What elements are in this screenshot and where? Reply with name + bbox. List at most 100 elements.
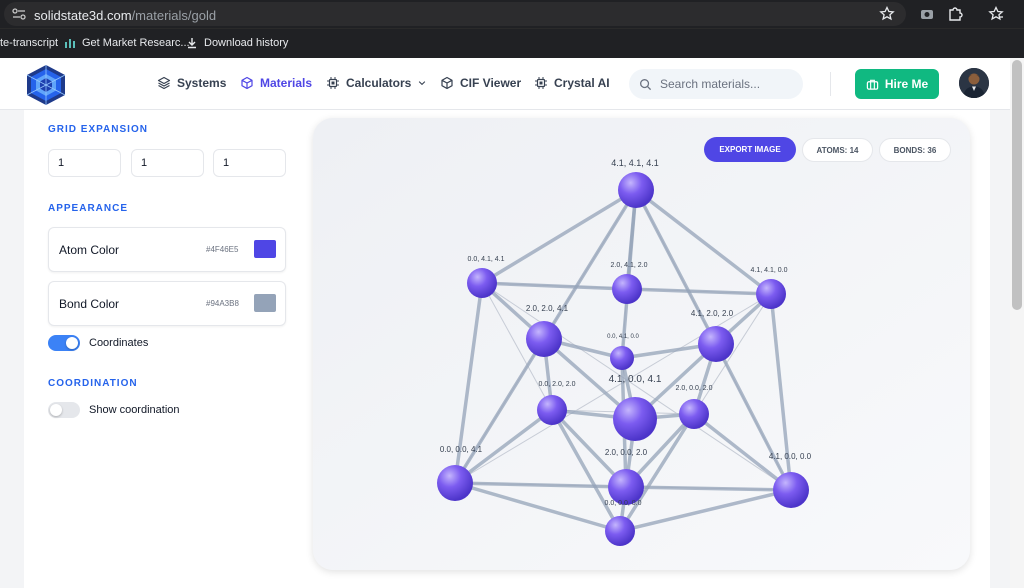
bookmarks-bar: te-transcript Get Market Researc... Down… (0, 28, 1024, 58)
scroll-thumb[interactable] (1012, 60, 1022, 310)
atom-coordinate-label: 4.1, 4.1, 4.1 (611, 158, 659, 168)
chart-bars-icon (65, 39, 75, 48)
grid-x-input[interactable] (48, 149, 121, 177)
atom-color-hex: #4F46E5 (206, 245, 239, 254)
crystal-viewer[interactable]: 4.1, 4.1, 4.1 0.0, 4.1, 4.1 2.0, 4.1, 2.0 4… (313, 118, 970, 570)
nav-label: Systems (177, 76, 227, 90)
download-icon (188, 38, 196, 49)
layers-icon (157, 76, 171, 90)
export-label: EXPORT IMAGE (719, 145, 781, 154)
bookmark-transcript[interactable]: te-transcript (0, 37, 58, 49)
coordination-title: COORDINATION (48, 378, 138, 389)
bonds-count: BONDS: 36 (893, 145, 937, 155)
chip-icon (327, 77, 339, 89)
bonds-count-badge: BONDS: 36 (879, 138, 951, 162)
atom-coordinate-label: 2.0, 0.0, 2.0 (676, 385, 713, 392)
url-text[interactable]: solidstate3d.com/materials/gold (34, 8, 216, 23)
site-settings-icon[interactable] (12, 8, 26, 20)
atom-coordinate-label: 2.0, 2.0, 4.1 (526, 304, 569, 313)
export-image-button[interactable]: EXPORT IMAGE (704, 137, 796, 162)
bond-color-hex: #94A3B8 (206, 299, 239, 308)
bookmark-label: Get Market Researc... (82, 37, 190, 49)
extensions-icon[interactable] (947, 6, 963, 22)
atoms-count-badge: ATOMS: 14 (802, 138, 873, 162)
atom[interactable] (610, 346, 634, 370)
atoms-count: ATOMS: 14 (816, 145, 859, 155)
nav-crystal-ai[interactable]: Crystal AI (534, 76, 610, 90)
atom-coordinate-label: 0.0, 2.0, 2.0 (539, 381, 576, 388)
atom-coordinate-label: 0.0, 4.1, 4.1 (468, 256, 505, 263)
atom-color-swatch[interactable] (254, 240, 276, 258)
hire-me-button[interactable]: Hire Me (855, 69, 939, 99)
chip-icon (535, 77, 547, 89)
cube-icon (241, 76, 253, 90)
bookmark-label: te-transcript (0, 37, 59, 49)
bond-color-label: Bond Color (59, 297, 120, 311)
atom[interactable] (526, 321, 562, 357)
atom[interactable] (467, 268, 497, 298)
header-divider (830, 72, 831, 96)
atom[interactable] (773, 472, 809, 508)
bond-color-picker[interactable]: Bond Color #94A3B8 (48, 281, 286, 326)
search-box[interactable] (629, 69, 803, 99)
grid-z-input[interactable] (213, 149, 286, 177)
appearance-title: APPEARANCE (48, 203, 129, 214)
hire-label: Hire Me (884, 77, 929, 91)
bookmark-star-icon[interactable] (988, 6, 1004, 22)
camera-icon[interactable] (919, 6, 935, 22)
crystal-scene[interactable]: 4.1, 4.1, 4.1 0.0, 4.1, 4.1 2.0, 4.1, 2.0 4… (313, 118, 970, 570)
nav-calculators[interactable]: Calculators (326, 76, 427, 90)
atom[interactable] (437, 465, 473, 501)
atom-coordinate-label: 2.0, 4.1, 2.0 (611, 262, 648, 269)
toggle-knob (66, 337, 78, 349)
atom-coordinate-label: 4.1, 0.0, 4.1 (609, 374, 662, 385)
cube-icon (441, 76, 453, 90)
nav-systems[interactable]: Systems (157, 76, 226, 90)
nav-materials[interactable]: Materials (240, 76, 312, 90)
chevron-down-icon (419, 81, 426, 86)
bookmark-market-research[interactable]: Get Market Researc... (64, 37, 190, 49)
coordinates-toggle[interactable] (48, 335, 80, 351)
atom-coordinate-label: 4.1, 4.1, 0.0 (751, 267, 788, 274)
search-icon (640, 78, 652, 90)
url-host: solidstate3d.com (34, 8, 132, 23)
atom[interactable] (612, 274, 642, 304)
show-coordination-toggle[interactable] (48, 402, 80, 418)
nav-label: Crystal AI (554, 76, 610, 90)
atom-coordinate-label: 0.0, 4.1, 0.0 (607, 334, 639, 340)
briefcase-icon (866, 79, 879, 90)
atom-coordinate-label: 0.0, 0.0, 4.1 (440, 445, 483, 454)
grid-expansion-title: GRID EXPANSION (48, 124, 148, 135)
bookmark-download-history[interactable]: Download history (186, 37, 288, 49)
toggle-knob (50, 404, 62, 416)
app-header: Systems Materials Calculators CIF Viewer… (0, 58, 1010, 110)
grid-y-input[interactable] (131, 149, 204, 177)
search-input[interactable] (660, 77, 800, 91)
coordinates-label: Coordinates (89, 337, 149, 349)
user-photo-icon (959, 68, 989, 98)
atom[interactable] (756, 279, 786, 309)
atom[interactable] (679, 399, 709, 429)
nav-label: Materials (260, 76, 313, 90)
atom[interactable] (698, 326, 734, 362)
atom[interactable] (613, 397, 657, 441)
atom[interactable] (605, 516, 635, 546)
user-avatar[interactable] (959, 68, 989, 98)
nav-cif-viewer[interactable]: CIF Viewer (440, 76, 521, 90)
url-bar[interactable]: solidstate3d.com/materials/gold (4, 2, 906, 26)
atom-coordinate-label: 4.1, 0.0, 0.0 (769, 452, 812, 461)
atom-coordinate-label: 4.1, 2.0, 2.0 (691, 309, 734, 318)
browser-address-bar: solidstate3d.com/materials/gold (0, 0, 1024, 28)
atom-coordinate-label: 2.0, 0.0, 2.0 (605, 448, 648, 457)
url-path: /materials/gold (131, 8, 217, 23)
atom[interactable] (618, 172, 654, 208)
nav-label: CIF Viewer (460, 76, 522, 90)
atom[interactable] (537, 395, 567, 425)
show-coordination-label: Show coordination (89, 404, 180, 416)
star-icon[interactable] (879, 6, 895, 22)
atom-color-label: Atom Color (59, 243, 120, 257)
solidstate3d-logo[interactable] (24, 64, 68, 106)
nav-label: Calculators (346, 76, 412, 90)
bond-color-swatch[interactable] (254, 294, 276, 312)
atom-color-picker[interactable]: Atom Color #4F46E5 (48, 227, 286, 272)
